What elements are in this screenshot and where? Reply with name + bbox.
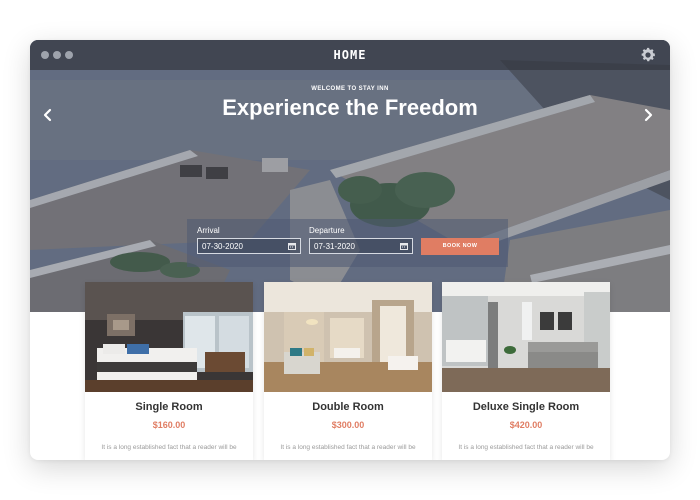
title-bar: HOME — [30, 40, 670, 70]
page-title: HOME — [333, 48, 367, 62]
room-description: It is a long established fact that a rea… — [280, 444, 416, 451]
arrival-date-value: 07-30-2020 — [202, 242, 243, 251]
room-photo — [442, 282, 610, 392]
room-description: It is a long established fact that a rea… — [458, 444, 594, 451]
app-window: HOME WELCOME TO STAY INN Experience the … — [30, 40, 670, 460]
departure-date-field[interactable]: 07-31-2020 — [309, 238, 413, 254]
room-card-double[interactable]: Double Room $300.00 It is a long establi… — [264, 282, 432, 460]
gear-icon[interactable] — [639, 46, 657, 64]
room-description: It is a long established fact that a rea… — [101, 444, 237, 451]
arrival-date-field[interactable]: 07-30-2020 — [197, 238, 301, 254]
room-name: Single Room — [135, 401, 203, 413]
departure-date-value: 07-31-2020 — [314, 242, 355, 251]
room-price: $300.00 — [331, 420, 365, 430]
hero-eyebrow: WELCOME TO STAY INN — [311, 86, 389, 92]
arrival-label: Arrival — [197, 226, 220, 235]
room-photo — [85, 282, 253, 392]
booking-form: Arrival 07-30-2020 Departure 07-31-2020 — [187, 219, 508, 267]
departure-label: Departure — [309, 226, 345, 235]
room-price: $160.00 — [152, 420, 186, 430]
room-price: $420.00 — [509, 420, 543, 430]
room-name: Double Room — [312, 401, 384, 413]
book-now-button[interactable]: BOOK NOW — [421, 238, 499, 255]
calendar-icon[interactable] — [288, 243, 296, 250]
calendar-icon[interactable] — [400, 243, 408, 250]
room-name: Deluxe Single Room — [472, 401, 580, 413]
room-card-deluxe-single[interactable]: Deluxe Single Room $420.00 It is a long … — [442, 282, 610, 460]
room-card-single[interactable]: Single Room $160.00 It is a long establi… — [85, 282, 253, 460]
hero-banner: HOME WELCOME TO STAY INN Experience the … — [30, 40, 670, 312]
hero-tint — [30, 40, 670, 312]
hero-headline: Experience the Freedom — [222, 95, 478, 120]
room-photo — [264, 282, 432, 392]
